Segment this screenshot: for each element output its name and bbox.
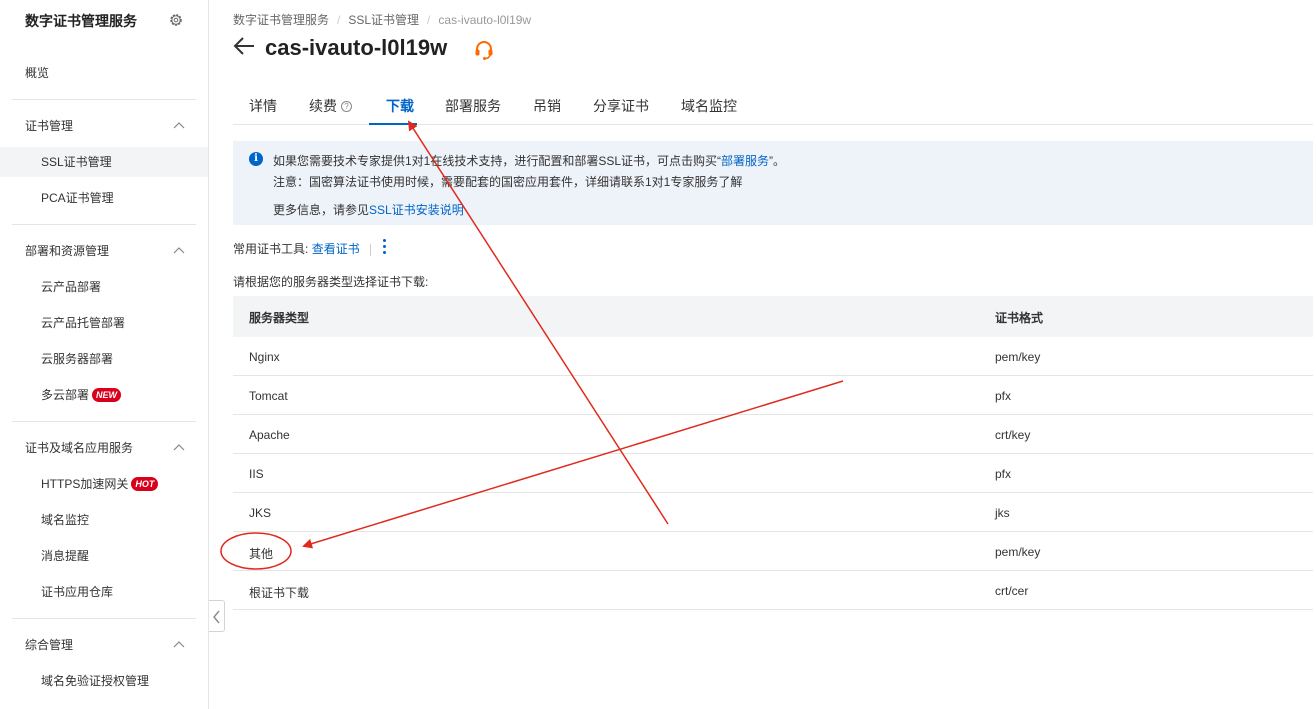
notice-line: 如果您需要技术专家提供1对1在线技术支持，进行配置和部署SSL证书，可点击购买“…: [273, 154, 786, 168]
help-icon[interactable]: ?: [341, 100, 352, 112]
sidebar-item-multi-cloud-deploy[interactable]: 多云部署 NEW: [0, 380, 208, 410]
cert-format: jks: [995, 506, 1010, 520]
cert-format: pem/key: [995, 350, 1041, 364]
breadcrumb-item[interactable]: SSL证书管理: [348, 13, 419, 27]
hot-badge: HOT: [131, 476, 159, 491]
sidebar-item-overview[interactable]: 概览: [0, 58, 208, 88]
tab-details[interactable]: 详情: [249, 92, 277, 125]
sidebar-item-domain-monitor[interactable]: 域名监控: [0, 505, 208, 535]
table-header: 服务器类型 证书格式: [233, 296, 1313, 337]
tab-revoke[interactable]: 吊销: [533, 92, 561, 125]
notice-line: 更多信息，请参见SSL证书安装说明: [273, 203, 464, 217]
breadcrumb-separator: /: [427, 13, 431, 27]
chevron-up-icon: [173, 444, 185, 451]
tab-bar: 详情 续费? 下载 部署服务 吊销 分享证书 域名监控: [233, 92, 1313, 125]
breadcrumb: 数字证书管理服务 / SSL证书管理 / cas-ivauto-l0l19w: [233, 11, 531, 28]
tab-share-cert[interactable]: 分享证书: [593, 92, 649, 125]
sidebar-item-domain-auth-free[interactable]: 域名免验证授权管理: [0, 666, 208, 696]
chevron-up-icon: [173, 247, 185, 254]
sidebar-divider: [12, 421, 196, 422]
gear-icon[interactable]: [168, 12, 184, 28]
active-tab-indicator: [369, 123, 417, 125]
tab-download[interactable]: 下载: [386, 92, 414, 125]
headset-support-icon[interactable]: [473, 39, 495, 61]
download-prompt: 请根据您的服务器类型选择证书下载:: [233, 275, 429, 289]
cert-format: crt/cer: [995, 584, 1029, 598]
ssl-install-guide-link[interactable]: SSL证书安装说明: [369, 203, 464, 217]
cert-format: pem/key: [995, 545, 1041, 559]
cert-tools-label: 常用证书工具:: [233, 242, 309, 256]
sidebar-item-cert-repository[interactable]: 证书应用仓库: [0, 577, 208, 607]
tab-renew[interactable]: 续费?: [309, 92, 352, 125]
notice-line: 注意：国密算法证书使用时候，需要配套的国密应用套件，详细请联系1对1专家服务了解: [273, 175, 743, 189]
server-type: Tomcat: [249, 389, 288, 403]
more-options-icon[interactable]: [383, 239, 387, 257]
table-row[interactable]: IIS pfx: [233, 454, 1313, 493]
sidebar-item-ssl-cert-management[interactable]: SSL证书管理: [0, 147, 208, 177]
chevron-up-icon: [173, 122, 185, 129]
view-cert-link[interactable]: 查看证书: [312, 242, 360, 256]
server-type: 其他: [249, 547, 274, 561]
info-notice: i 如果您需要技术专家提供1对1在线技术支持，进行配置和部署SSL证书，可点击购…: [233, 141, 1313, 225]
server-type: Nginx: [249, 350, 280, 364]
page-title: cas-ivauto-l0l19w: [265, 35, 448, 60]
cert-format: crt/key: [995, 428, 1031, 442]
sidebar-item-cloud-product-deploy[interactable]: 云产品部署: [0, 272, 208, 302]
sidebar: 数字证书管理服务 概览 证书管理 SSL证书管理 PCA证书管理 部署和资源管理…: [0, 0, 209, 709]
sidebar-group-cert-management[interactable]: 证书管理: [0, 111, 208, 141]
back-arrow-icon[interactable]: [233, 36, 255, 56]
header-server-type: 服务器类型: [249, 311, 310, 325]
server-type: Apache: [249, 428, 290, 442]
info-icon: i: [249, 152, 263, 166]
sidebar-group-general-management[interactable]: 综合管理: [0, 630, 208, 660]
tab-domain-monitor[interactable]: 域名监控: [681, 92, 737, 125]
table-row[interactable]: Apache crt/key: [233, 415, 1313, 454]
breadcrumb-item-current: cas-ivauto-l0l19w: [438, 13, 532, 27]
breadcrumb-separator: /: [337, 13, 341, 27]
table-row[interactable]: Tomcat pfx: [233, 376, 1313, 415]
server-type: JKS: [249, 506, 272, 520]
sidebar-title: 数字证书管理服务: [25, 13, 137, 29]
sidebar-divider: [12, 99, 196, 100]
sidebar-item-notifications[interactable]: 消息提醒: [0, 541, 208, 571]
tab-deploy-service[interactable]: 部署服务: [445, 92, 501, 125]
table-row[interactable]: Nginx pem/key: [233, 337, 1313, 376]
sidebar-item-cloud-managed-deploy[interactable]: 云产品托管部署: [0, 308, 208, 338]
sidebar-group-deploy-resources[interactable]: 部署和资源管理: [0, 236, 208, 266]
server-type: 根证书下载: [249, 586, 310, 600]
download-table: 服务器类型 证书格式 Nginx pem/key Tomcat pfx Apache…: [233, 296, 1313, 610]
cert-tools: 常用证书工具: 查看证书: [233, 240, 381, 257]
new-badge: NEW: [92, 387, 122, 402]
chevron-up-icon: [173, 641, 185, 648]
breadcrumb-item[interactable]: 数字证书管理服务: [233, 13, 329, 27]
table-row[interactable]: 其他 pem/key: [233, 532, 1313, 571]
sidebar-item-https-gateway[interactable]: HTTPS加速网关 HOT: [0, 469, 208, 499]
sidebar-item-pca-cert-management[interactable]: PCA证书管理: [0, 183, 208, 213]
deploy-service-link[interactable]: 部署服务: [721, 154, 769, 168]
divider: [369, 243, 371, 256]
table-row[interactable]: 根证书下载 crt/cer: [233, 571, 1313, 610]
cert-format: pfx: [995, 467, 1012, 481]
sidebar-group-cert-domain-services[interactable]: 证书及域名应用服务: [0, 433, 208, 463]
table-row[interactable]: JKS jks: [233, 493, 1313, 532]
header-cert-format: 证书格式: [995, 311, 1044, 325]
sidebar-collapse-button[interactable]: [209, 600, 225, 632]
server-type: IIS: [249, 467, 264, 481]
chevron-left-icon: [213, 610, 220, 624]
sidebar-item-cloud-server-deploy[interactable]: 云服务器部署: [0, 344, 208, 374]
cert-format: pfx: [995, 389, 1012, 403]
sidebar-divider: [12, 618, 196, 619]
sidebar-divider: [12, 224, 196, 225]
